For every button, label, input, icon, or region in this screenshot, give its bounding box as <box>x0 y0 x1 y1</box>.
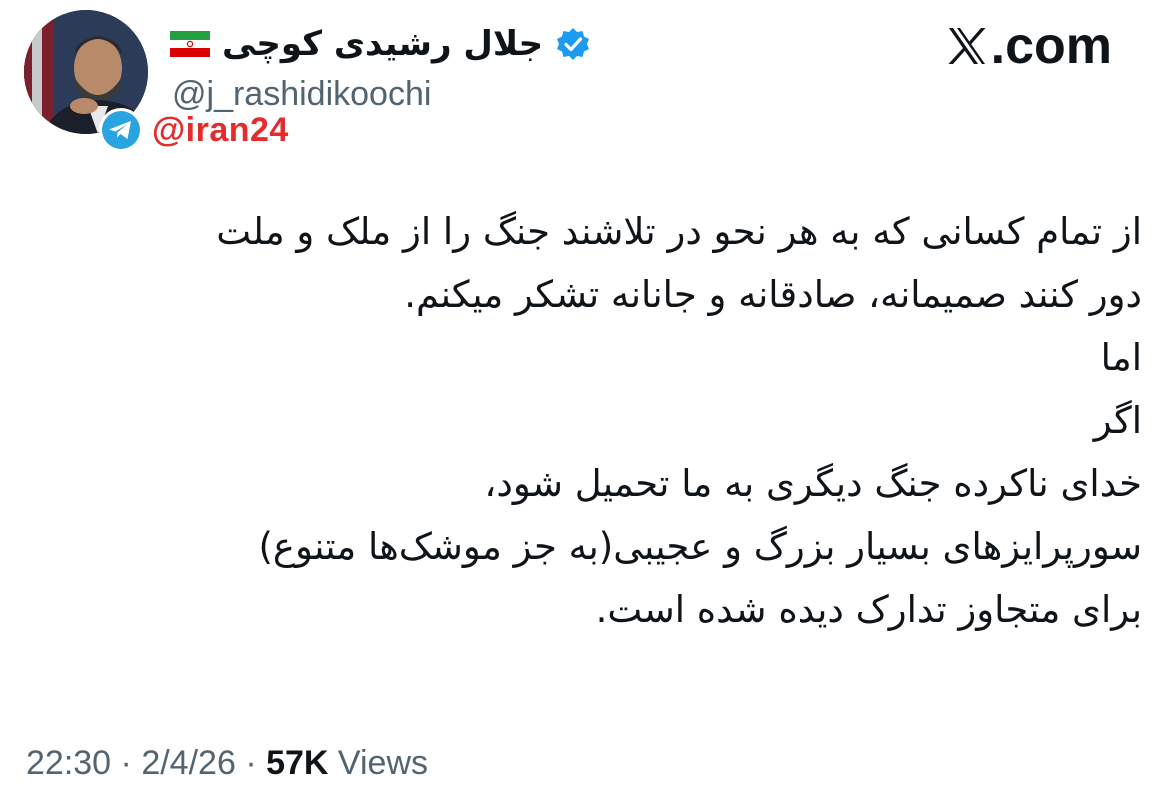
tweet-meta: 22:30 · 2/4/26 · 57K Views <box>26 740 428 786</box>
tweet-line: برای متجاوز تدارک دیده شده است. <box>595 588 1142 631</box>
tweet-line: از تمام کسانی که به هر نحو در تلاشند جنگ… <box>216 210 1142 253</box>
iran-flag-icon <box>170 31 210 57</box>
views-label: Views <box>337 744 429 782</box>
tweet-text: از تمام کسانی که به هر نحو در تلاشند جنگ… <box>42 200 1142 641</box>
tweet-line: اما <box>1100 336 1142 379</box>
meta-separator: · <box>245 744 257 782</box>
views-count[interactable]: 57K <box>266 744 328 782</box>
channel-tag: @iran24 <box>152 110 289 149</box>
tweet-line: دور کنند صمیمانه، صادقانه و جانانه تشکر … <box>404 273 1142 316</box>
display-name[interactable]: جلال رشیدی کوچی <box>222 18 543 70</box>
name-row: جلال رشیدی کوچی <box>170 18 591 70</box>
tweet-date[interactable]: 2/4/26 <box>141 744 236 782</box>
tweet-line: خدای ناکرده جنگ دیگری به ما تحمیل شود، <box>484 462 1142 505</box>
x-logo-icon <box>945 24 989 68</box>
meta-separator: · <box>120 744 132 782</box>
brand-text: .com <box>990 17 1112 75</box>
tweet-time[interactable]: 22:30 <box>26 744 111 782</box>
tweet-line: اگر <box>1093 399 1142 442</box>
telegram-watermark: @iran24 <box>98 108 289 152</box>
tweet-line: سورپرایزهای بسیار بزرگ و عجیبی(به جز موش… <box>258 525 1142 568</box>
verified-badge-icon <box>555 26 591 62</box>
telegram-icon <box>98 107 144 153</box>
brand-logo: .com <box>945 16 1112 76</box>
